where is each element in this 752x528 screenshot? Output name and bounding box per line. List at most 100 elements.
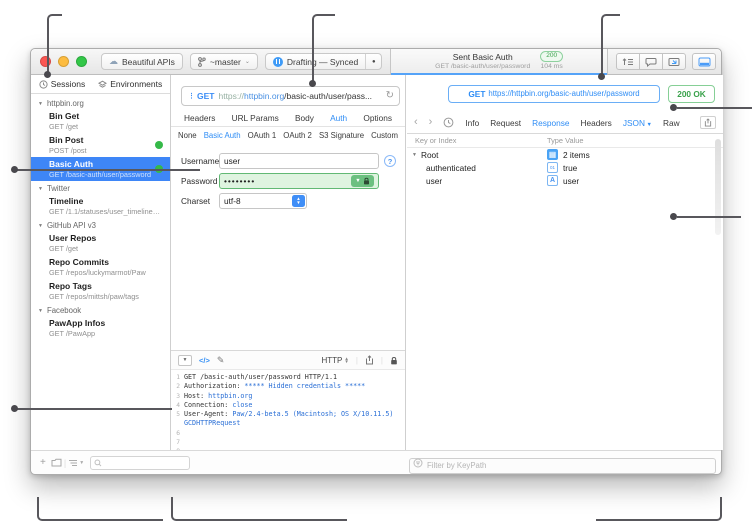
tab-auth[interactable]: Auth bbox=[330, 113, 347, 123]
disclosure-icon[interactable]: ▼ bbox=[412, 152, 417, 158]
request-item-repo-tags[interactable]: Repo Tags GET /repos/mittsh/paw/tags bbox=[31, 279, 170, 303]
request-item-bin-post[interactable]: Bin Post POST /post bbox=[31, 133, 170, 157]
cloud-project-button[interactable]: ☁ Beautiful APIs bbox=[101, 53, 183, 70]
auth-tab-oauth1[interactable]: OAuth 1 bbox=[248, 131, 277, 140]
callout-line-password bbox=[15, 169, 200, 171]
string-type-icon: A bbox=[547, 175, 558, 186]
request-detail: GET /get bbox=[49, 244, 162, 253]
sort-filter-button[interactable]: ▼ bbox=[68, 459, 84, 467]
history-clock-icon[interactable] bbox=[443, 117, 454, 128]
request-tab-status: 200 104 ms bbox=[540, 51, 563, 72]
group-twitter[interactable]: ▼Twitter bbox=[31, 181, 170, 194]
request-url-bar[interactable]: ⋮ GET https:// httpbin.org /basic-auth/u… bbox=[181, 86, 400, 106]
add-request-button[interactable]: + bbox=[40, 457, 46, 468]
json-row-root[interactable]: ▼ Root ▦ 2 items bbox=[407, 148, 723, 161]
help-icon[interactable]: ? bbox=[384, 155, 396, 167]
code-line: 3Host: httpbin.org bbox=[171, 392, 405, 401]
request-name: Repo Commits bbox=[49, 257, 162, 268]
charset-select[interactable]: utf-8 ▲▼ bbox=[219, 193, 307, 209]
share-icon[interactable] bbox=[365, 355, 374, 365]
response-tab-json[interactable]: JSON ▼ bbox=[623, 118, 652, 128]
response-tab-request[interactable]: Request bbox=[490, 118, 521, 128]
auth-tab-basic[interactable]: Basic Auth bbox=[204, 131, 241, 140]
record-button[interactable]: ● bbox=[365, 54, 381, 69]
group-facebook[interactable]: ▼Facebook bbox=[31, 303, 170, 316]
scrollbar[interactable] bbox=[715, 139, 721, 235]
response-tab-headers[interactable]: Headers bbox=[580, 118, 611, 128]
back-icon[interactable]: ‹ bbox=[414, 117, 418, 128]
tab-body[interactable]: Body bbox=[295, 113, 314, 123]
request-name: User Repos bbox=[49, 233, 162, 244]
json-row-authenticated[interactable]: authenticated 01 true bbox=[407, 161, 723, 174]
toggle-bottom-panel-button[interactable] bbox=[692, 53, 716, 70]
callout-dot-password bbox=[11, 166, 18, 173]
record-dot-icon: ● bbox=[372, 59, 376, 65]
chevron-down-icon: ▼ bbox=[355, 178, 360, 184]
response-url-box[interactable]: GET https://httpbin.org/basic-auth/user/… bbox=[448, 85, 660, 103]
group-github[interactable]: ▼ GitHub API v3 bbox=[31, 218, 170, 231]
format-select[interactable]: HTTP ▲▼ bbox=[321, 356, 348, 365]
pane-collapse-button[interactable]: ▼ bbox=[178, 355, 192, 366]
username-row: Username user ? bbox=[181, 153, 405, 169]
reload-icon[interactable]: ↻ bbox=[386, 91, 394, 101]
response-tab-response[interactable]: Response bbox=[532, 118, 569, 128]
username-field[interactable]: user bbox=[219, 153, 379, 169]
zoom-window-button[interactable] bbox=[76, 56, 87, 67]
tab-sessions[interactable]: Sessions bbox=[39, 79, 86, 89]
auth-tab-s3[interactable]: S3 Signature bbox=[319, 131, 364, 140]
group-httpbin[interactable]: ▼httpbin.org bbox=[31, 96, 170, 109]
request-tabs: Headers URL Params Body Auth Options bbox=[171, 109, 405, 127]
response-tab-raw[interactable]: Raw bbox=[663, 118, 680, 128]
group-label: GitHub API v3 bbox=[47, 221, 96, 230]
status-badge: 200 bbox=[540, 51, 563, 62]
callout-bracket-request-pane bbox=[171, 497, 347, 521]
group-label: httpbin.org bbox=[47, 99, 84, 108]
request-item-timeline[interactable]: Timeline GET /1.1/statuses/user_timeline… bbox=[31, 194, 170, 218]
disclosure-icon: ▼ bbox=[38, 223, 43, 229]
request-time: 104 ms bbox=[541, 62, 563, 72]
dictionary-type-icon: ▦ bbox=[547, 149, 558, 160]
auth-tab-custom[interactable]: Custom bbox=[371, 131, 398, 140]
sidebar-search-field[interactable] bbox=[90, 456, 190, 470]
username-label: Username bbox=[181, 156, 219, 166]
tab-environments[interactable]: Environments bbox=[98, 79, 162, 89]
auth-tab-oauth2[interactable]: OAuth 2 bbox=[283, 131, 312, 140]
secure-value-token[interactable]: ▼ bbox=[351, 175, 374, 187]
paw-window: ☁ Beautiful APIs ~master ⌄ Drafting — Sy… bbox=[30, 48, 722, 475]
request-item-pawapp-infos[interactable]: PawApp Infos GET /PawApp bbox=[31, 316, 170, 340]
password-field[interactable]: •••••••• ▼ bbox=[219, 173, 379, 189]
request-tab[interactable]: Sent Basic Auth GET /basic-auth/user/pas… bbox=[390, 49, 608, 74]
request-pane: ⋮ GET https:// httpbin.org /basic-auth/u… bbox=[171, 75, 406, 450]
callout-dot-url-bar bbox=[309, 80, 316, 87]
request-item-user-repos[interactable]: User Repos GET /get bbox=[31, 231, 170, 255]
share-button[interactable] bbox=[700, 116, 716, 129]
json-row-user[interactable]: user A user bbox=[407, 174, 723, 187]
pencil-icon[interactable]: ✎ bbox=[217, 355, 225, 366]
request-item-bin-get[interactable]: Bin Get GET /get bbox=[31, 109, 170, 133]
new-window-button[interactable] bbox=[662, 53, 686, 70]
response-tab-info[interactable]: Info bbox=[465, 118, 479, 128]
comment-button[interactable] bbox=[639, 53, 663, 70]
lock-icon bbox=[363, 177, 370, 185]
http-preview[interactable]: 1GET /basic-auth/user/password HTTP/1.1 … bbox=[171, 371, 405, 450]
new-group-button[interactable] bbox=[51, 458, 62, 467]
auth-tab-none[interactable]: None bbox=[178, 131, 197, 140]
request-item-repo-commits[interactable]: Repo Commits GET /repos/luckymarmot/Paw bbox=[31, 255, 170, 279]
environments-icon bbox=[98, 80, 107, 89]
sidebar-search-input[interactable] bbox=[104, 458, 184, 467]
callout-bracket-response-pane bbox=[596, 497, 722, 521]
format-select-label: HTTP bbox=[321, 356, 342, 365]
tab-options[interactable]: Options bbox=[363, 113, 392, 123]
branch-selector[interactable]: ~master ⌄ bbox=[190, 53, 258, 70]
code-view-button[interactable]: </> bbox=[199, 356, 210, 365]
toolbar-button-group bbox=[616, 53, 686, 70]
tab-url-params[interactable]: URL Params bbox=[232, 113, 279, 123]
username-value: user bbox=[224, 156, 240, 166]
code-line: 4Connection: close bbox=[171, 401, 405, 410]
forward-icon[interactable]: › bbox=[429, 117, 433, 128]
tab-headers[interactable]: Headers bbox=[184, 113, 215, 123]
keypath-filter-input[interactable] bbox=[409, 458, 716, 474]
callout-line-status bbox=[677, 107, 752, 109]
lock-icon[interactable] bbox=[390, 356, 398, 365]
request-name: Repo Tags bbox=[49, 281, 162, 292]
